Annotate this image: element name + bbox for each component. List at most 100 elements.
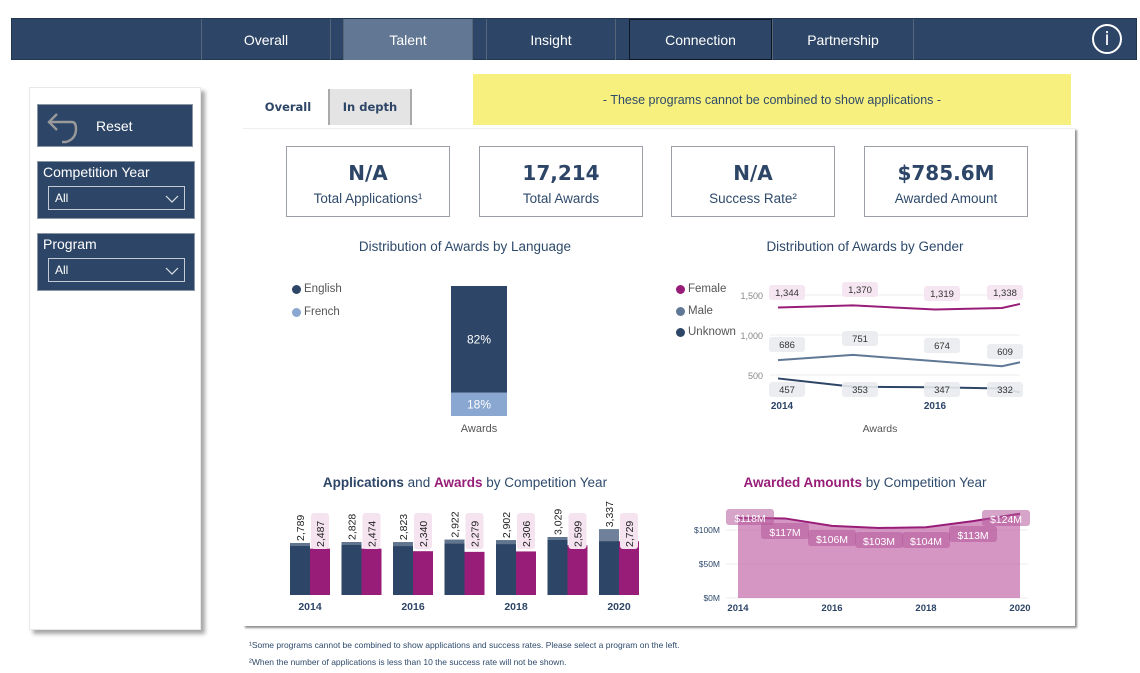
competition-year-slicer: Competition Year All — [37, 161, 195, 219]
x-tick-label: 2020 — [607, 601, 631, 613]
data-label: 2,922 — [450, 511, 462, 537]
data-label: 3,029 — [553, 509, 565, 535]
kpi-value: N/A — [348, 161, 388, 185]
bar-applications — [496, 540, 516, 595]
gender-chart-title: Distribution of Awards by Gender — [766, 239, 964, 254]
legend-item-french[interactable]: French — [292, 306, 340, 318]
info-circle-icon[interactable]: i — [1092, 24, 1122, 54]
dropdown-value: All — [55, 191, 69, 205]
competition-year-dropdown[interactable]: All — [48, 186, 185, 210]
x-tick-label: 2018 — [504, 601, 528, 613]
data-label: $124M — [990, 514, 1022, 526]
footnote-1: ¹Some programs cannot be combined to sho… — [249, 640, 680, 650]
amounts-chart: $0M $50M $100M $118M $117M $106M $103M $104M $11… — [694, 509, 1031, 614]
title-part: Awards — [433, 475, 483, 490]
data-label: $118M — [734, 513, 765, 525]
bar-applications — [444, 539, 465, 595]
data-label: $117M — [769, 527, 800, 539]
filter-panel: Reset Competition Year All Program All — [29, 87, 201, 630]
data-label: 18% — [467, 397, 491, 411]
legend-item-unknown[interactable]: Unknown — [676, 326, 736, 338]
kpi-label: Total Awards — [522, 191, 600, 206]
line-female — [777, 302, 1021, 311]
legend-dot — [676, 284, 685, 294]
legend-item-female[interactable]: Female — [676, 283, 726, 295]
bar-awards — [361, 548, 382, 595]
kpi-label: Success Rate² — [709, 191, 797, 206]
nav-tab-connection[interactable]: Connection — [629, 19, 772, 60]
data-label: 1,338 — [993, 288, 1017, 299]
subtab-in-depth[interactable]: In depth — [328, 89, 412, 125]
gender-chart: 500 1,000 1,500 1,344 1,370 1,319 1,338 686 751 6… — [740, 282, 1023, 435]
amounts-chart-title: Awarded Amounts by Competition Year — [690, 475, 1040, 490]
kpi-value: $785.6M — [897, 161, 995, 185]
info-glyph: i — [1104, 28, 1110, 50]
data-label: 2,487 — [315, 521, 327, 547]
slicer-label: Competition Year — [43, 164, 150, 180]
top-navigation-bar: Overall Talent Insight Connection Partne… — [11, 18, 1137, 60]
data-label: $106M — [816, 534, 848, 546]
legend-item-male[interactable]: Male — [676, 305, 713, 317]
legend-item-english[interactable]: English — [292, 283, 342, 295]
title-part: Awarded Amounts — [743, 475, 862, 490]
data-label: 353 — [852, 385, 868, 396]
nav-tab-overall[interactable]: Overall — [201, 19, 331, 60]
legend-dot — [292, 284, 301, 294]
title-part: by Competition Year — [861, 475, 987, 490]
y-tick-label: $100M — [694, 525, 720, 535]
data-label: 457 — [779, 385, 795, 396]
y-tick-label: 1,500 — [740, 291, 763, 301]
data-label: 751 — [852, 334, 868, 345]
legend-dot — [676, 327, 685, 337]
x-tick-label: 2016 — [401, 601, 425, 613]
x-tick-label: 2018 — [915, 603, 936, 614]
data-label: 2,729 — [624, 521, 636, 547]
data-label: 347 — [934, 385, 950, 396]
program-dropdown[interactable]: All — [48, 258, 185, 282]
bar-applications-cap — [290, 543, 310, 546]
data-label: 332 — [997, 385, 1013, 396]
data-label: 2,340 — [418, 521, 430, 547]
y-tick-label: 500 — [748, 371, 763, 381]
legend-label: English — [304, 283, 342, 295]
bar-awards — [619, 541, 639, 595]
data-label: 2,789 — [295, 515, 307, 541]
reset-button[interactable]: Reset — [37, 104, 193, 147]
warning-banner: - These programs cannot be combined to s… — [473, 74, 1071, 125]
data-label: 2,279 — [470, 521, 482, 547]
nav-tab-insight[interactable]: Insight — [486, 19, 616, 60]
data-label: 609 — [997, 347, 1013, 358]
legend-label: Male — [688, 305, 713, 317]
bar-awards — [567, 545, 588, 595]
bar-applications — [290, 543, 310, 595]
apps-awards-chart-title: Applications and Awards by Competition Y… — [280, 475, 650, 490]
nav-tab-talent[interactable]: Talent — [343, 19, 473, 60]
x-tick-label: 2016 — [924, 401, 947, 412]
bar-applications-excess — [599, 529, 619, 542]
nav-tab-partnership[interactable]: Partnership — [772, 19, 914, 60]
data-label: $113M — [957, 530, 988, 542]
legend-label: Unknown — [688, 326, 736, 338]
x-tick-label: 2014 — [727, 603, 749, 614]
data-label: 2,474 — [367, 521, 379, 547]
dropdown-value: All — [55, 263, 69, 277]
line-unknown — [777, 377, 1021, 394]
kpi-total-applications: N/A Total Applications¹ — [286, 146, 450, 217]
subtab-overall[interactable]: Overall — [248, 89, 328, 125]
data-label: $103M — [863, 536, 895, 548]
chevron-down-icon — [165, 195, 179, 203]
apps-awards-chart: 2,789 2,487 2014 2,828 2,474 2,823 2,340 2016 2,… — [290, 501, 639, 613]
data-label: 2,902 — [501, 512, 513, 538]
bar-applications-cap — [547, 537, 568, 540]
slicer-label: Program — [43, 236, 97, 252]
x-tick-label: 2016 — [821, 603, 842, 614]
data-label: 3,337 — [604, 501, 616, 527]
title-part: Applications — [322, 475, 404, 490]
kpi-value: 17,214 — [522, 161, 600, 185]
legend-label: Female — [688, 283, 727, 295]
undo-arrow-icon — [47, 113, 78, 144]
y-tick-label: $0M — [703, 593, 720, 603]
data-label: 2,599 — [573, 521, 585, 547]
x-tick-label: 2020 — [1009, 603, 1030, 614]
x-category-label: Awards — [461, 423, 498, 435]
